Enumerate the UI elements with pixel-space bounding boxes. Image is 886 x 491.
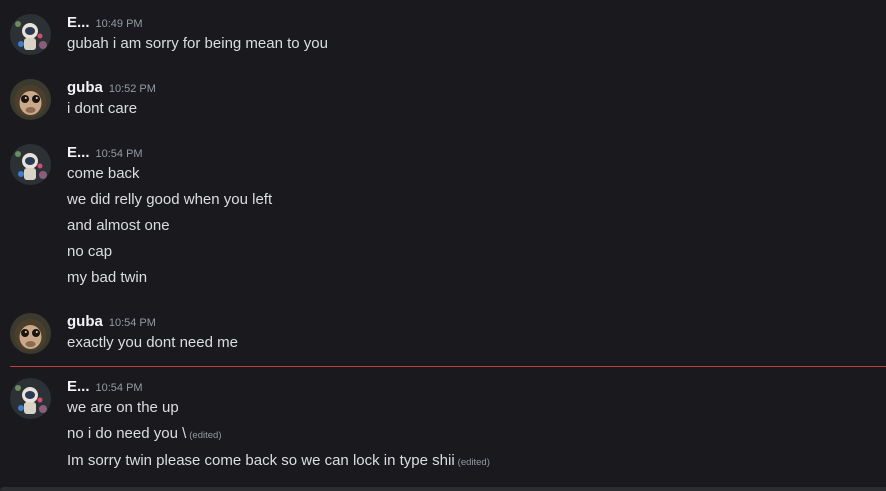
username[interactable]: E... [67,14,90,31]
message-text: i dont care [67,100,138,117]
message-line: exactly you dont need me [67,333,238,353]
edited-indicator: (edited) [189,430,222,441]
message-line: no cap [67,242,112,262]
message-composer[interactable] [0,487,886,491]
astronaut-avatar-icon[interactable] [10,144,51,185]
message-text: my bad twin [67,269,148,286]
timestamp[interactable]: 10:52 PM [109,83,156,95]
timestamp[interactable]: 10:54 PM [96,148,143,160]
timestamp[interactable]: 10:54 PM [96,382,143,394]
message-list: E... 10:49 PM gubah i am sorry for being … [0,0,886,491]
monkey-avatar-icon[interactable] [10,79,51,120]
message-line: Im sorry twin please come back so we can… [67,451,490,473]
timestamp[interactable]: 10:49 PM [96,18,143,30]
message-text: and almost one [67,217,170,234]
message-line: no i do need you \ (edited) [67,424,221,446]
message-text: no cap [67,243,113,260]
message-text: Im sorry twin please come back so we can… [67,452,455,469]
edited-indicator: (edited) [457,457,490,468]
message-text: no i do need you \ [67,425,187,442]
message-text: exactly you dont need me [67,334,238,351]
message-text: we are on the up [67,399,179,416]
message-line: we are on the up [67,398,179,418]
username[interactable]: E... [67,378,90,395]
message-text: gubah i am sorry for being mean to you [67,35,328,52]
username[interactable]: E... [67,144,90,161]
message-line: come back [67,164,140,184]
message-line: my bad twin [67,268,147,288]
username[interactable]: guba [67,79,103,96]
message-text: we did relly good when you left [67,191,273,208]
astronaut-avatar-icon[interactable] [10,378,51,419]
message-line: gubah i am sorry for being mean to you [67,34,328,54]
new-messages-divider [10,366,886,367]
message-line: and almost one [67,216,170,236]
username[interactable]: guba [67,313,103,330]
timestamp[interactable]: 10:54 PM [109,317,156,329]
astronaut-avatar-icon[interactable] [10,14,51,55]
message-line: i dont care [67,99,137,119]
message-line: we did relly good when you left [67,190,272,210]
monkey-avatar-icon[interactable] [10,313,51,354]
message-text: come back [67,165,140,182]
